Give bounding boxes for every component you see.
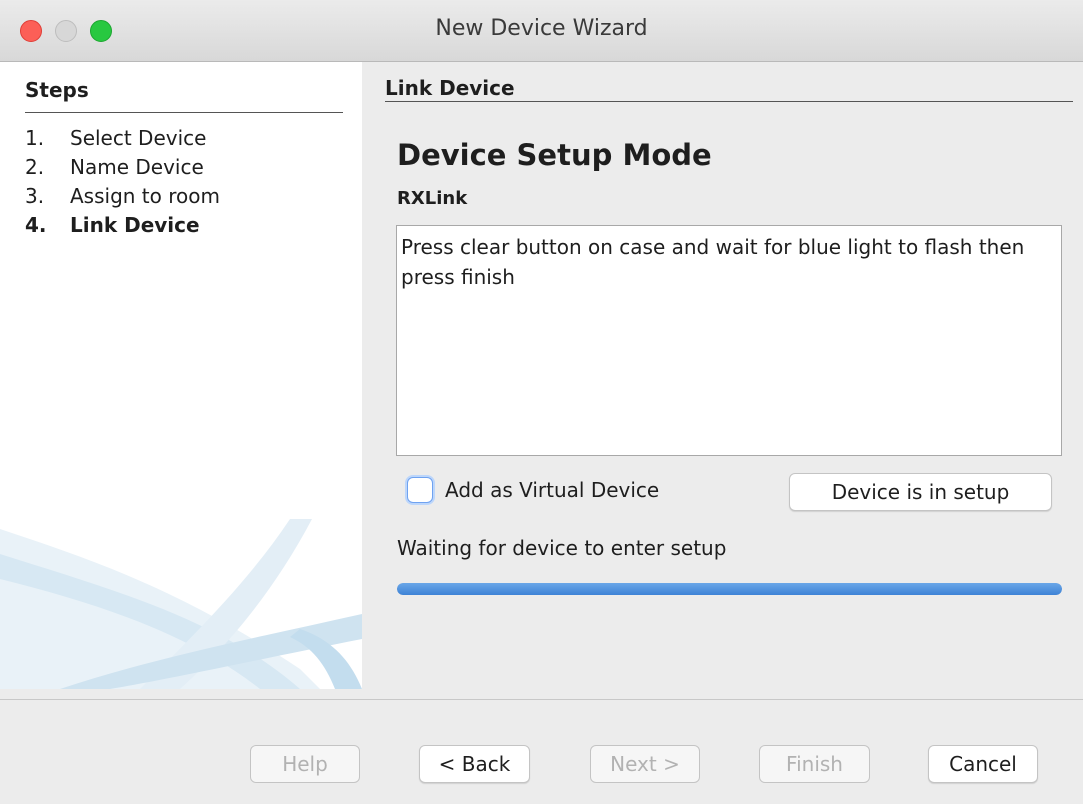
finish-button[interactable]: Finish [759, 745, 870, 783]
step-number: 2. [25, 155, 45, 179]
step-label: Assign to room [70, 184, 220, 208]
steps-list: 1. Select Device 2. Name Device 3. Assign t… [25, 124, 220, 240]
step-label: Link Device [70, 213, 200, 237]
instructions-textarea[interactable]: Press clear button on case and wait for … [396, 225, 1062, 456]
steps-panel: Steps 1. Select Device 2. Name Device 3. As… [0, 62, 362, 689]
progress-bar [397, 583, 1062, 595]
page-title: Device Setup Mode [397, 138, 712, 172]
step-item-link-device: 4. Link Device [25, 211, 220, 240]
virtual-device-checkbox[interactable] [407, 477, 433, 503]
step-label: Select Device [70, 126, 207, 150]
step-label: Name Device [70, 155, 204, 179]
device-name-label: RXLink [397, 188, 468, 209]
virtual-device-option[interactable]: Add as Virtual Device [407, 477, 659, 503]
decorative-swoosh-graphic [0, 519, 362, 689]
help-button[interactable]: Help [250, 745, 360, 783]
window-title: New Device Wizard [435, 16, 648, 41]
step-item-name-device: 2. Name Device [25, 153, 220, 182]
next-button[interactable]: Next > [590, 745, 700, 783]
cancel-button[interactable]: Cancel [928, 745, 1038, 783]
back-button[interactable]: < Back [419, 745, 530, 783]
status-text: Waiting for device to enter setup [397, 536, 727, 560]
step-number: 4. [25, 213, 47, 237]
section-heading: Link Device [385, 76, 1073, 102]
title-bar: New Device Wizard [0, 0, 1083, 62]
step-item-select-device: 1. Select Device [25, 124, 220, 153]
step-item-assign-room: 3. Assign to room [25, 182, 220, 211]
step-number: 3. [25, 184, 45, 208]
step-number: 1. [25, 126, 45, 150]
virtual-device-label[interactable]: Add as Virtual Device [445, 478, 659, 502]
steps-heading: Steps [25, 77, 343, 113]
footer-divider [0, 699, 1083, 700]
device-in-setup-button[interactable]: Device is in setup [789, 473, 1052, 511]
progress-bar-fill [397, 583, 1062, 595]
